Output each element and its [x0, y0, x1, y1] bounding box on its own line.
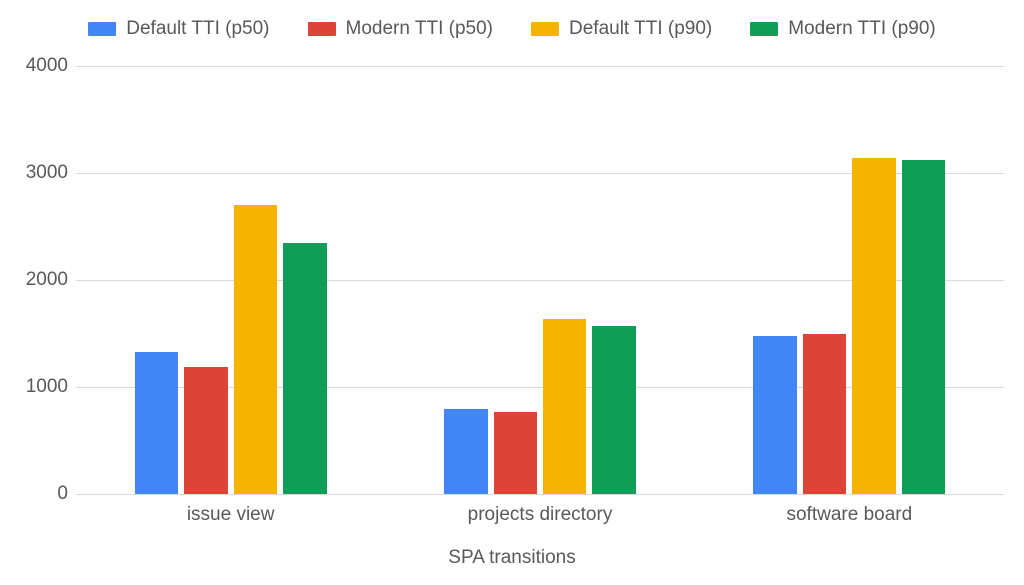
legend-item: Default TTI (p90) — [531, 18, 712, 40]
bar — [803, 334, 846, 495]
legend-swatch — [531, 22, 559, 36]
bar — [234, 205, 277, 494]
legend: Default TTI (p50) Modern TTI (p50) Defau… — [0, 18, 1024, 40]
legend-item: Modern TTI (p50) — [308, 18, 493, 40]
chart-container: Default TTI (p50) Modern TTI (p50) Defau… — [0, 0, 1024, 585]
bar — [852, 158, 895, 494]
legend-swatch — [750, 22, 778, 36]
bars-layer — [76, 66, 1004, 494]
legend-item: Default TTI (p50) — [88, 18, 269, 40]
legend-label: Default TTI (p90) — [569, 18, 712, 40]
bar — [283, 243, 326, 494]
bar — [444, 409, 487, 494]
y-tick-label: 1000 — [20, 376, 68, 398]
x-tick-label: projects directory — [468, 504, 613, 526]
y-tick-label: 3000 — [20, 162, 68, 184]
legend-swatch — [88, 22, 116, 36]
x-tick-label: issue view — [187, 504, 275, 526]
plot-area: 0 1000 2000 3000 4000 — [76, 66, 1004, 494]
y-tick-label: 2000 — [20, 269, 68, 291]
bar — [902, 160, 945, 494]
bar — [753, 336, 796, 494]
legend-label: Modern TTI (p50) — [346, 18, 493, 40]
x-tick-label: software board — [786, 504, 912, 526]
y-tick-label: 4000 — [20, 55, 68, 77]
x-axis-label: SPA transitions — [0, 547, 1024, 569]
bar — [592, 326, 635, 494]
legend-item: Modern TTI (p90) — [750, 18, 935, 40]
bar — [494, 412, 537, 494]
legend-label: Default TTI (p50) — [126, 18, 269, 40]
bar — [543, 319, 586, 494]
gridline — [76, 494, 1004, 495]
bar — [135, 352, 178, 494]
bar — [184, 367, 227, 494]
legend-label: Modern TTI (p90) — [788, 18, 935, 40]
y-tick-label: 0 — [20, 483, 68, 505]
legend-swatch — [308, 22, 336, 36]
